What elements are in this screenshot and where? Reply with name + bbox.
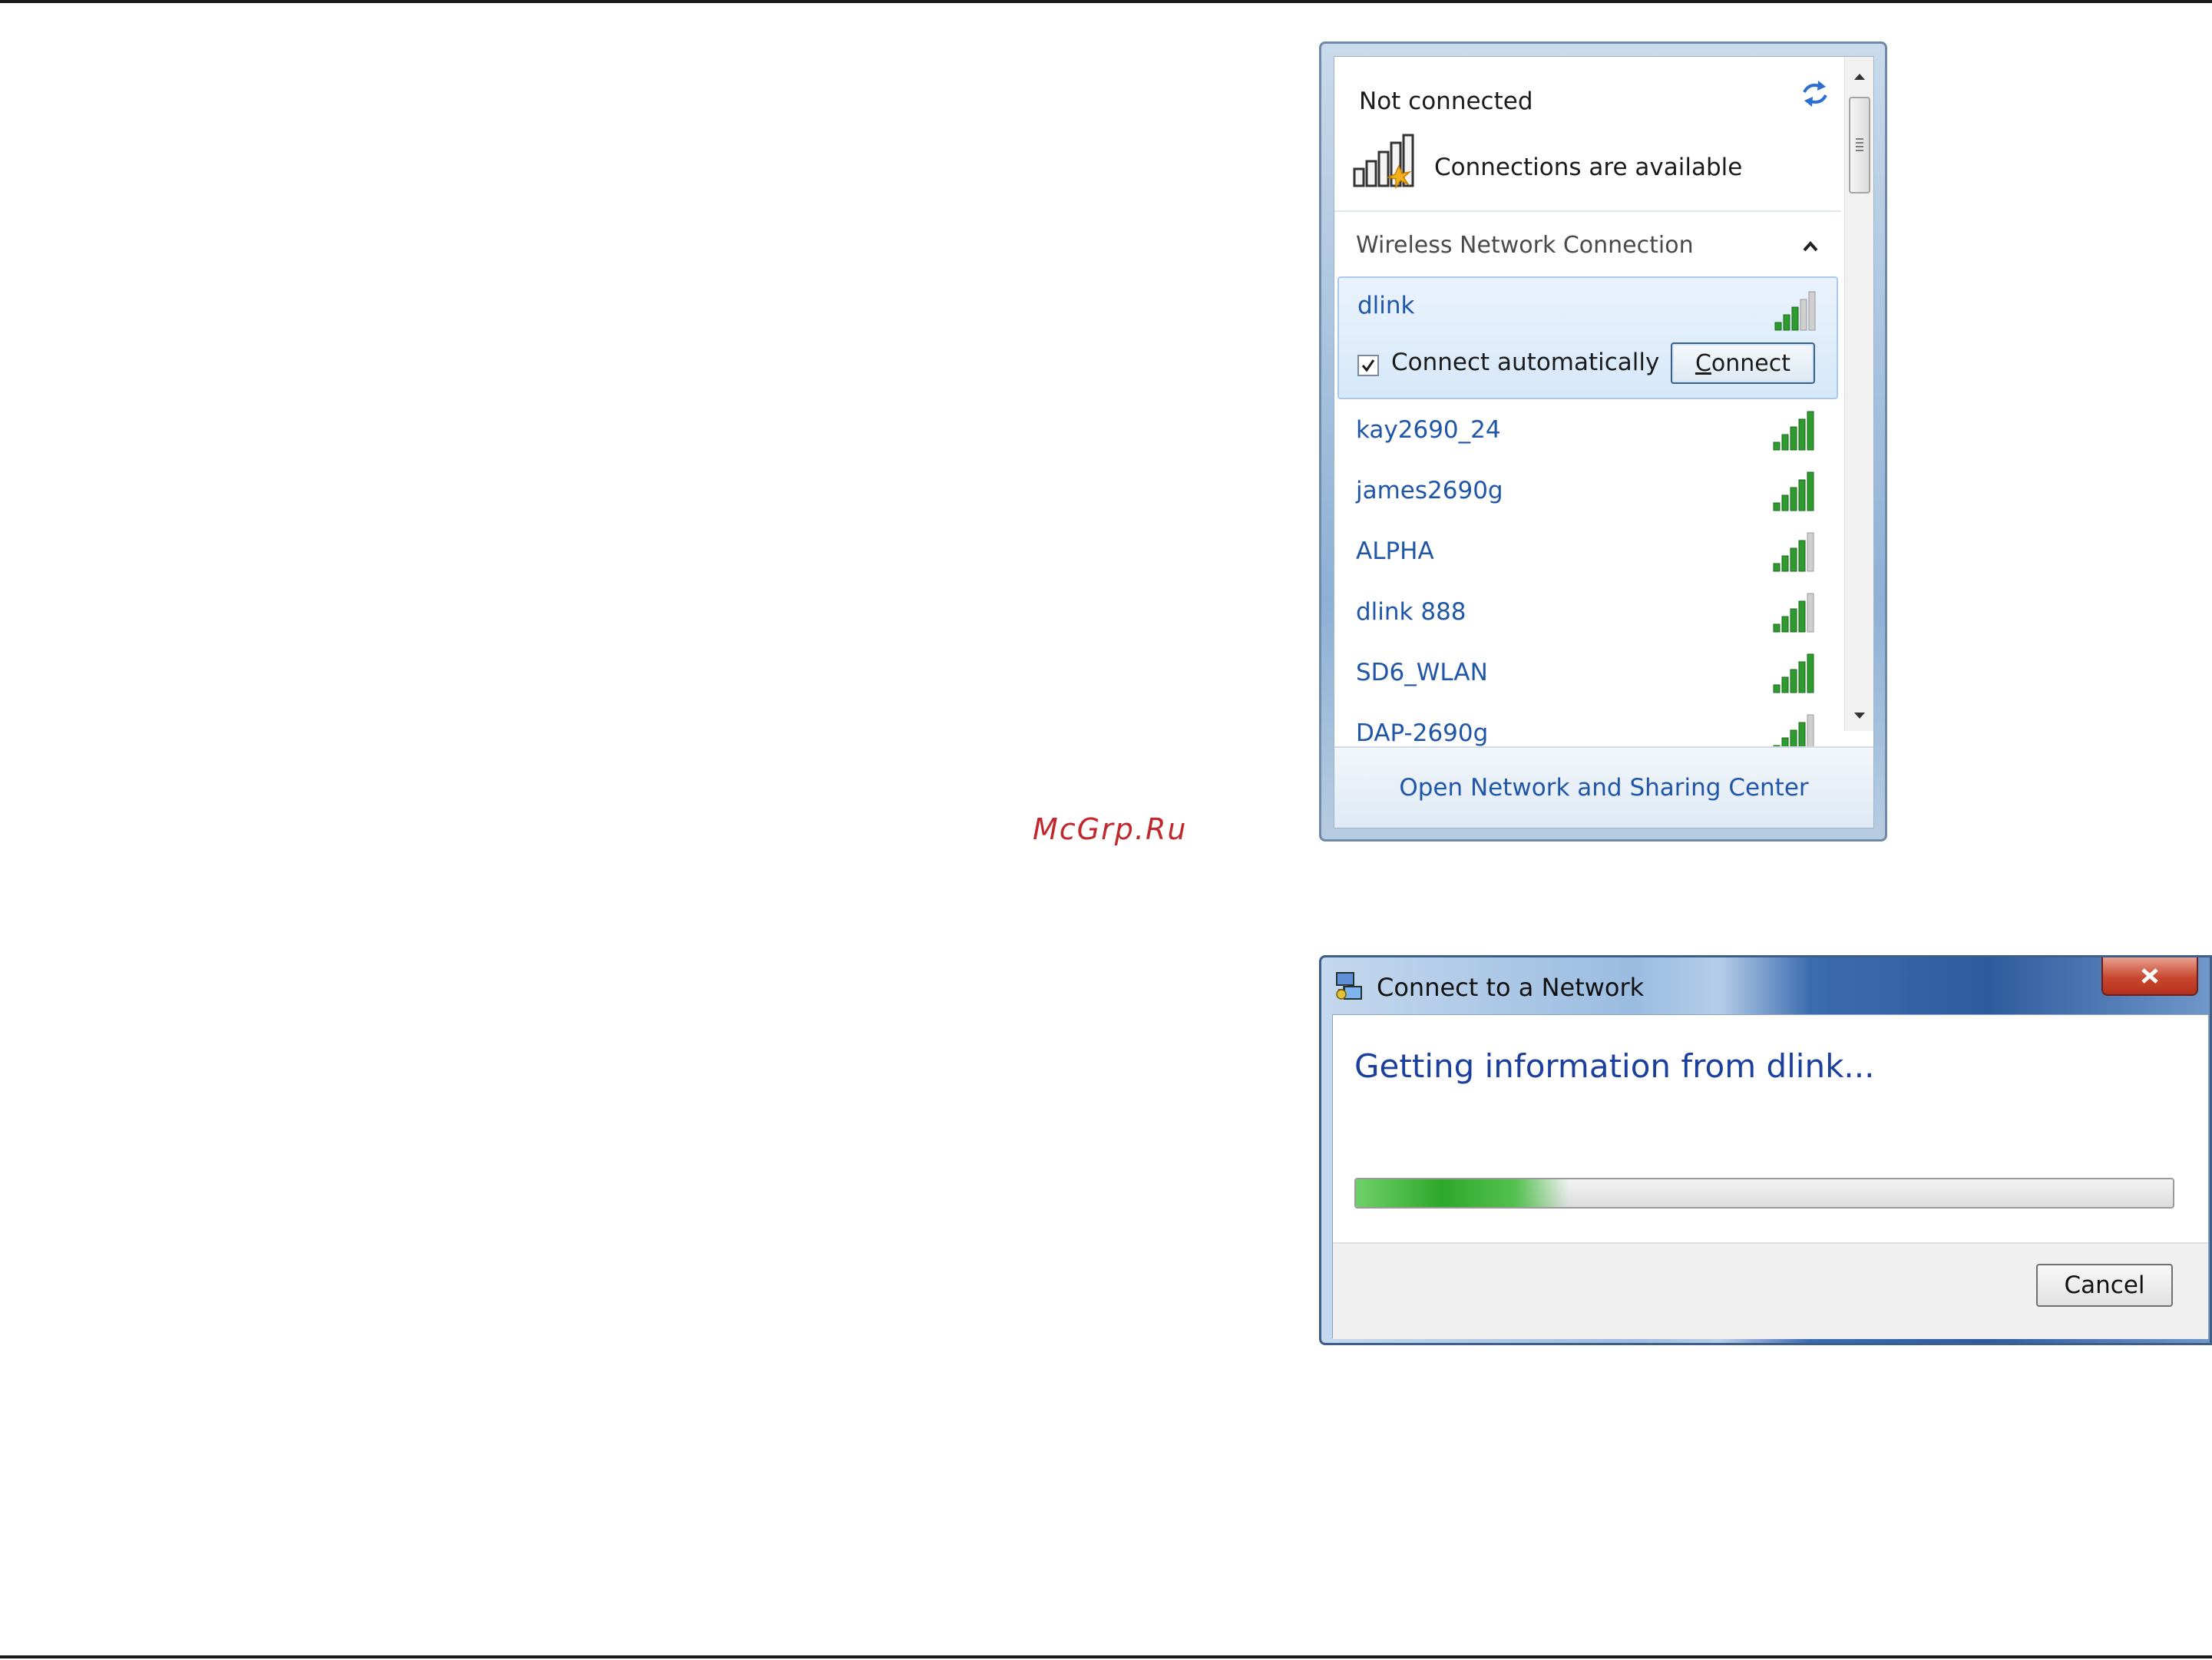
dialog-footer: Cancel: [1333, 1242, 2208, 1339]
signal-bar: [1807, 471, 1814, 511]
network-item[interactable]: dlink 888: [1337, 581, 1838, 642]
network-name: ALPHA: [1356, 537, 1434, 565]
signal-bar: [1798, 418, 1806, 451]
signal-bar: [1791, 306, 1799, 331]
status-title: Not connected: [1359, 88, 1533, 115]
signal-bar: [1790, 547, 1797, 572]
close-icon: [2141, 968, 2158, 984]
open-network-sharing-center-link[interactable]: Open Network and Sharing Center: [1334, 774, 1873, 802]
top-rule: [0, 0, 2212, 3]
signal-bar: [1781, 555, 1789, 572]
signal-bar: [1781, 676, 1789, 693]
signal-strength-icon: [1773, 411, 1814, 451]
dialog-heading: Getting information from dlink...: [1354, 1047, 1875, 1085]
signal-bar: [1773, 623, 1781, 633]
connect-automatically-checkbox[interactable]: [1357, 355, 1379, 376]
signal-bar: [1790, 426, 1797, 451]
connect-button-mnemonic: C: [1695, 349, 1711, 377]
signal-bar: [1774, 322, 1782, 331]
collapse-arrow-icon[interactable]: [1801, 240, 1820, 253]
wireless-flyout: Not connected Connections are available …: [1319, 41, 1887, 842]
flyout-footer: Open Network and Sharing Center: [1334, 746, 1873, 828]
signal-strength-icon: [1773, 532, 1814, 572]
network-name: james2690g: [1356, 477, 1503, 504]
progress-fill: [1356, 1179, 1569, 1207]
cancel-button[interactable]: Cancel: [2036, 1264, 2173, 1307]
scroll-down-icon: [1854, 713, 1865, 719]
scroll-thumb[interactable]: [1849, 97, 1870, 193]
signal-bar: [1773, 502, 1781, 511]
signal-bar: [1773, 563, 1781, 572]
connection-status: Not connected Connections are available: [1334, 57, 1841, 213]
connect-automatically-label[interactable]: Connect automatically: [1391, 349, 1659, 376]
signal-bar: [1790, 487, 1797, 511]
watermark-text: McGrp.Ru: [1033, 812, 1188, 846]
network-item[interactable]: james2690g: [1337, 460, 1838, 521]
signal-strength-icon: [1773, 653, 1814, 693]
scroll-down-button[interactable]: [1845, 700, 1873, 731]
signal-strength-icon: [1774, 291, 1816, 331]
signal-bar: [1798, 540, 1806, 572]
signal-bar: [1807, 411, 1814, 451]
signal-bar: [1808, 291, 1816, 331]
signal-strength-icon: [1773, 593, 1814, 633]
signal-bar: [1790, 608, 1797, 633]
connect-dialog: Connect to a Network Getting information…: [1319, 955, 2212, 1345]
signal-bar: [1798, 600, 1806, 633]
network-item[interactable]: ALPHA: [1337, 521, 1838, 581]
connect-button-rest: onnect: [1711, 349, 1791, 377]
header-divider: [1334, 210, 1841, 212]
network-name: dlink 888: [1356, 598, 1466, 626]
signal-bar: [1773, 684, 1781, 693]
signal-bar: [1783, 314, 1790, 331]
signal-bar: [1781, 494, 1789, 511]
network-name: DAP-2690g: [1356, 719, 1489, 747]
signal-bar: [1807, 653, 1814, 693]
dialog-title: Connect to a Network: [1377, 973, 1645, 1002]
signal-bar: [1807, 532, 1814, 572]
signal-bar: [1781, 434, 1789, 451]
network-name: SD6_WLAN: [1356, 659, 1488, 686]
status-subtitle: Connections are available: [1434, 154, 1743, 181]
network-dialog-icon: [1336, 972, 1362, 1000]
network-item[interactable]: kay2690_24: [1337, 399, 1838, 460]
refresh-icon[interactable]: [1798, 77, 1832, 111]
signal-bar: [1798, 661, 1806, 693]
flyout-panel: Not connected Connections are available …: [1334, 56, 1874, 828]
network-item[interactable]: SD6_WLAN: [1337, 642, 1838, 703]
signal-bar: [1798, 479, 1806, 511]
network-list-scrollbar[interactable]: [1844, 57, 1873, 731]
signal-bar: [1807, 593, 1814, 633]
signal-warning-icon: [1353, 134, 1414, 189]
signal-bar: [1800, 299, 1807, 331]
section-label: Wireless Network Connection: [1356, 232, 1694, 259]
scroll-up-icon: [1854, 74, 1865, 80]
network-item-selected[interactable]: dlink Connect automatically Connect: [1337, 276, 1838, 399]
close-button[interactable]: [2101, 957, 2198, 996]
signal-bar: [1790, 669, 1797, 693]
dialog-body: Getting information from dlink... Cancel: [1332, 1014, 2209, 1339]
connect-button[interactable]: Connect: [1671, 342, 1815, 384]
checkmark-icon: [1361, 359, 1375, 372]
scroll-thumb-grip: [1856, 138, 1863, 154]
scroll-up-button[interactable]: [1845, 61, 1873, 92]
network-name: dlink: [1357, 292, 1415, 319]
progress-bar: [1354, 1178, 2174, 1209]
signal-strength-icon: [1773, 471, 1814, 511]
signal-bar: [1781, 616, 1789, 633]
network-name: kay2690_24: [1356, 416, 1501, 444]
signal-bar: [1773, 441, 1781, 451]
network-list: kay2690_24 james2690g ALPHA dlink 888 SD…: [1337, 399, 1838, 763]
bottom-rule: [0, 1655, 2212, 1658]
section-wireless-connection[interactable]: Wireless Network Connection: [1334, 221, 1841, 272]
